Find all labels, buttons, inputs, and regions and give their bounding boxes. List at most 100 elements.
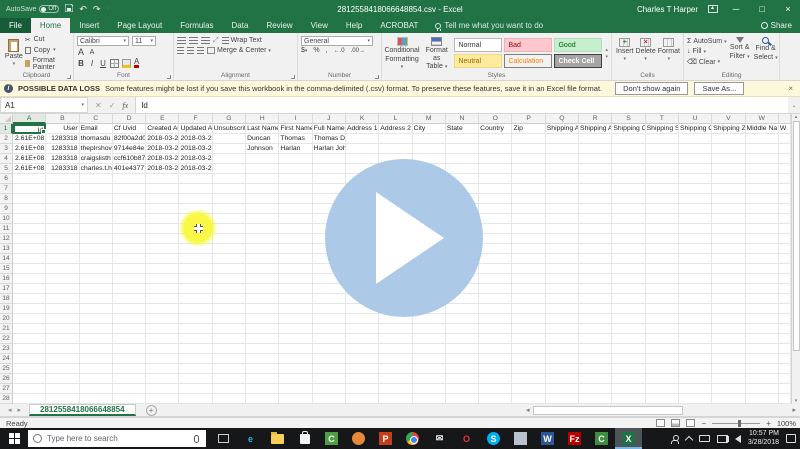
page-break-view-icon[interactable] bbox=[686, 419, 695, 427]
taskbar-search[interactable]: Type here to search bbox=[28, 430, 206, 447]
cell[interactable] bbox=[646, 354, 679, 364]
row-header-6[interactable]: 6 bbox=[0, 174, 13, 184]
save-as-button[interactable]: Save As... bbox=[694, 82, 744, 95]
cell[interactable] bbox=[213, 274, 246, 284]
cell[interactable] bbox=[512, 294, 545, 304]
cell[interactable] bbox=[313, 364, 346, 374]
conditional-formatting-button[interactable]: Conditional Formatting ▾ bbox=[385, 35, 419, 71]
cell[interactable] bbox=[179, 324, 212, 334]
autosave-toggle[interactable]: AutoSave Off bbox=[6, 5, 59, 13]
cell[interactable] bbox=[179, 304, 212, 314]
row-header-4[interactable]: 4 bbox=[0, 154, 13, 164]
cell[interactable] bbox=[712, 324, 745, 334]
cell[interactable] bbox=[80, 264, 113, 274]
cell[interactable] bbox=[13, 334, 46, 344]
cell[interactable] bbox=[646, 394, 679, 404]
cell[interactable] bbox=[213, 164, 246, 174]
cell[interactable] bbox=[612, 284, 645, 294]
cell[interactable]: craigslisth bbox=[80, 154, 113, 164]
cell[interactable] bbox=[213, 204, 246, 214]
cell[interactable] bbox=[113, 224, 146, 234]
cell[interactable] bbox=[113, 194, 146, 204]
cell[interactable] bbox=[80, 214, 113, 224]
cell[interactable] bbox=[679, 384, 712, 394]
cell[interactable] bbox=[679, 194, 712, 204]
grow-font-button[interactable]: A bbox=[77, 47, 85, 57]
cell[interactable] bbox=[746, 204, 779, 214]
cell[interactable] bbox=[646, 324, 679, 334]
comma-button[interactable]: , bbox=[326, 47, 328, 54]
format-painter-button[interactable]: Format Painter bbox=[25, 57, 71, 71]
cell[interactable] bbox=[746, 134, 779, 144]
cell[interactable] bbox=[512, 134, 545, 144]
cell[interactable] bbox=[512, 254, 545, 264]
cell[interactable] bbox=[213, 384, 246, 394]
cell[interactable] bbox=[213, 254, 246, 264]
row-header-16[interactable]: 16 bbox=[0, 274, 13, 284]
row-header-15[interactable]: 15 bbox=[0, 264, 13, 274]
autosum-button[interactable]: ΣAutoSum▾ bbox=[687, 38, 727, 45]
cell[interactable] bbox=[546, 254, 579, 264]
cell[interactable] bbox=[679, 224, 712, 234]
cell[interactable] bbox=[246, 364, 279, 374]
cell[interactable] bbox=[179, 284, 212, 294]
undo-icon[interactable]: ↶ bbox=[79, 4, 87, 15]
clock[interactable]: 10:57 PM 3/28/2018 bbox=[748, 430, 779, 448]
cell[interactable] bbox=[479, 254, 512, 264]
cell[interactable] bbox=[712, 154, 745, 164]
cell[interactable] bbox=[679, 324, 712, 334]
cell[interactable] bbox=[646, 254, 679, 264]
cell[interactable] bbox=[479, 344, 512, 354]
cell[interactable] bbox=[546, 184, 579, 194]
cell[interactable] bbox=[612, 354, 645, 364]
style-good[interactable]: Good bbox=[554, 38, 602, 52]
cell[interactable] bbox=[479, 134, 512, 144]
share-button[interactable]: Share bbox=[761, 18, 800, 33]
row-header-19[interactable]: 19 bbox=[0, 304, 13, 314]
cell[interactable] bbox=[579, 304, 612, 314]
cell[interactable] bbox=[746, 344, 779, 354]
cell[interactable] bbox=[279, 394, 312, 404]
cell[interactable] bbox=[479, 194, 512, 204]
cell[interactable]: 2.61E+08 bbox=[13, 154, 46, 164]
column-header-H[interactable]: H bbox=[246, 114, 279, 124]
column-header-F[interactable]: F bbox=[179, 114, 212, 124]
cell[interactable] bbox=[146, 204, 179, 214]
cell[interactable] bbox=[546, 264, 579, 274]
cell[interactable] bbox=[46, 274, 79, 284]
cell[interactable]: Johnson bbox=[246, 144, 279, 154]
cell[interactable] bbox=[80, 374, 113, 384]
cell[interactable]: charles.t.h bbox=[80, 164, 113, 174]
cell[interactable] bbox=[113, 374, 146, 384]
cell[interactable] bbox=[279, 334, 312, 344]
cell[interactable] bbox=[546, 344, 579, 354]
cell[interactable]: Shipping C bbox=[679, 124, 712, 134]
row-header-22[interactable]: 22 bbox=[0, 334, 13, 344]
cell[interactable] bbox=[146, 264, 179, 274]
cell[interactable] bbox=[113, 364, 146, 374]
cell[interactable] bbox=[146, 374, 179, 384]
cell[interactable] bbox=[279, 314, 312, 324]
cell[interactable] bbox=[512, 154, 545, 164]
cell[interactable] bbox=[646, 384, 679, 394]
cell[interactable] bbox=[80, 354, 113, 364]
cell[interactable] bbox=[246, 184, 279, 194]
close-button[interactable]: × bbox=[780, 4, 796, 14]
cell[interactable] bbox=[379, 354, 412, 364]
cell[interactable] bbox=[512, 374, 545, 384]
cell[interactable] bbox=[80, 394, 113, 404]
cell[interactable] bbox=[712, 274, 745, 284]
tab-acrobat[interactable]: ACROBAT bbox=[371, 18, 427, 33]
cell[interactable] bbox=[113, 214, 146, 224]
cell[interactable] bbox=[279, 364, 312, 374]
cell[interactable] bbox=[13, 174, 46, 184]
cell[interactable] bbox=[46, 374, 79, 384]
cell[interactable] bbox=[413, 354, 446, 364]
cell[interactable] bbox=[612, 244, 645, 254]
cell[interactable] bbox=[679, 314, 712, 324]
cell[interactable] bbox=[413, 134, 446, 144]
delete-button[interactable]: × Delete ▾ bbox=[636, 35, 656, 71]
cell[interactable] bbox=[413, 364, 446, 374]
cancel-icon[interactable]: ✕ bbox=[95, 101, 102, 110]
cell[interactable] bbox=[46, 234, 79, 244]
